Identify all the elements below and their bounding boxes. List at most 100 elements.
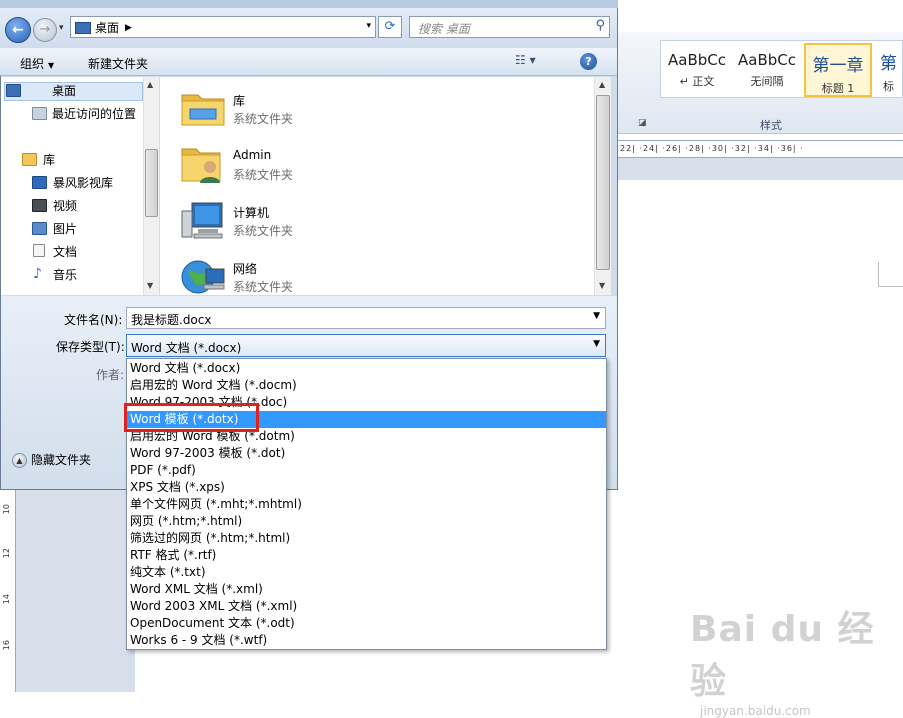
sidebar-item-videos[interactable]: 视频: [32, 195, 77, 215]
author-label: 作者:: [96, 368, 125, 382]
savetype-option[interactable]: Word 97-2003 模板 (*.dot): [127, 445, 606, 462]
scroll-down-icon[interactable]: ▼: [599, 281, 605, 290]
scroll-up-icon[interactable]: ▲: [147, 80, 153, 89]
savetype-option[interactable]: RTF 格式 (*.rtf): [127, 547, 606, 564]
file-name: Admin: [233, 148, 272, 162]
savetype-select[interactable]: Word 文档 (*.docx) ▼: [126, 334, 606, 357]
recent-places-icon: [32, 107, 47, 120]
chevron-down-icon[interactable]: ▼: [593, 311, 600, 321]
horizontal-ruler[interactable]: 22| ·24| ·26| ·28| ·30| ·32| ·34| ·36| ·: [618, 140, 903, 158]
sidebar-item-library[interactable]: 库: [22, 149, 55, 169]
savetype-option[interactable]: Word 文档 (*.docx): [127, 360, 606, 377]
scroll-thumb[interactable]: [145, 149, 158, 217]
address-current-folder[interactable]: 桌面: [95, 21, 119, 35]
file-name: 网络: [233, 262, 258, 276]
savetype-label: 保存类型(T):: [56, 340, 125, 354]
file-list-scrollbar[interactable]: ▲ ▼: [594, 77, 611, 295]
sidebar-item-label: 音乐: [53, 267, 78, 282]
ruler-number: 10: [2, 504, 11, 515]
document-margin-area: [618, 158, 903, 180]
sidebar-item-label: 文档: [53, 244, 78, 259]
search-icon[interactable]: ⚲: [595, 18, 605, 33]
sidebar-item-desktop[interactable]: 桌面: [6, 80, 77, 100]
sidebar-item-recent[interactable]: 最近访问的位置: [32, 103, 136, 123]
style-sample: 第: [880, 54, 897, 74]
search-input[interactable]: 搜索 桌面 ⚲: [409, 16, 610, 38]
savetype-option[interactable]: 筛选过的网页 (*.htm;*.html): [127, 530, 606, 547]
page-corner-mark: [878, 262, 903, 287]
savetype-option[interactable]: OpenDocument 文本 (*.odt): [127, 615, 606, 632]
savetype-option[interactable]: 单个文件网页 (*.mht;*.mhtml): [127, 496, 606, 513]
address-bar[interactable]: 桌面 ▶ ▾: [70, 16, 376, 38]
style-heading-1[interactable]: 第一章 标题 1: [804, 43, 872, 97]
view-options-button[interactable]: ☷ ▾: [515, 53, 536, 67]
library-folder-icon: [180, 87, 226, 129]
sidebar-item-music[interactable]: ♪ 音乐: [32, 264, 77, 284]
style-sample: AaBbCc: [668, 51, 726, 69]
sidebar-item-documents[interactable]: 文档: [32, 241, 77, 261]
style-no-spacing[interactable]: AaBbCc 无间隔: [733, 43, 801, 97]
dialog-titlebar[interactable]: [0, 0, 618, 8]
video-icon: [32, 199, 47, 212]
filename-field[interactable]: 我是标题.docx ▼: [126, 307, 606, 329]
file-type: 系统文件夹: [233, 224, 294, 238]
savetype-option[interactable]: 网页 (*.htm;*.html): [127, 513, 606, 530]
savetype-option[interactable]: Word XML 文档 (*.xml): [127, 581, 606, 598]
savetype-option[interactable]: Works 6 - 9 文档 (*.wtf): [127, 632, 606, 649]
savetype-option[interactable]: XPS 文档 (*.xps): [127, 479, 606, 496]
vertical-ruler[interactable]: 10 12 14 16: [0, 490, 16, 692]
style-normal[interactable]: AaBbCc ↵ 正文: [663, 43, 731, 97]
annotation-highlight-box: [124, 403, 259, 432]
desktop-icon: [6, 84, 21, 97]
scroll-down-icon[interactable]: ▼: [147, 281, 153, 290]
help-icon[interactable]: ?: [580, 53, 597, 70]
watermark-url: jingyan.baidu.com: [700, 704, 811, 718]
sidebar-item-label: 桌面: [52, 83, 77, 98]
savetype-option[interactable]: 启用宏的 Word 文档 (*.docm): [127, 377, 606, 394]
music-icon: ♪: [33, 266, 42, 282]
nav-scrollbar[interactable]: ▲ ▼: [143, 77, 159, 295]
scroll-up-icon[interactable]: ▲: [599, 80, 605, 89]
sidebar-item-pictures[interactable]: 图片: [32, 218, 77, 238]
organize-button[interactable]: 组织 ▼: [20, 55, 54, 72]
library-icon: [22, 153, 37, 166]
savetype-value: Word 文档 (*.docx): [131, 341, 242, 355]
savetype-option[interactable]: 纯文本 (*.txt): [127, 564, 606, 581]
scroll-thumb[interactable]: [596, 95, 610, 270]
chevron-up-icon: ▲: [12, 453, 27, 468]
document-gray-margin: [16, 490, 135, 692]
network-icon: [180, 255, 226, 297]
filename-label: 文件名(N):: [64, 313, 123, 327]
file-list: 库 系统文件夹 Admin 系统文件夹 计算机 系统文件夹 网络 系统文件夹: [160, 77, 594, 295]
ruler-number: 16: [2, 640, 11, 651]
file-type: 系统文件夹: [233, 168, 294, 182]
dialog-launcher-icon[interactable]: ◪: [638, 118, 647, 128]
back-button[interactable]: ←: [5, 17, 31, 43]
forward-button[interactable]: →: [33, 18, 57, 42]
style-sample: AaBbCc: [738, 51, 796, 69]
hide-folders-button[interactable]: ▲ 隐藏文件夹: [12, 451, 91, 468]
baidu-watermark: Bai du 经验 jingyan.baidu.com: [690, 600, 903, 718]
savetype-option[interactable]: PDF (*.pdf): [127, 462, 606, 479]
sidebar-item-label: 视频: [53, 198, 78, 213]
recent-pages-dropdown-icon[interactable]: ▾: [59, 23, 64, 33]
search-placeholder: 搜索 桌面: [418, 22, 470, 36]
chevron-down-icon: ▼: [48, 61, 55, 70]
breadcrumb-arrow-icon[interactable]: ▶: [125, 23, 132, 33]
address-dropdown-icon[interactable]: ▾: [366, 21, 371, 31]
sidebar-item-video-library[interactable]: 暴风影视库: [32, 172, 113, 192]
chevron-down-icon[interactable]: ▼: [593, 339, 600, 349]
sidebar-item-label: 库: [43, 152, 56, 167]
file-name: 库: [233, 94, 246, 108]
refresh-button[interactable]: ⟳: [378, 16, 402, 38]
savetype-option[interactable]: Word 2003 XML 文档 (*.xml): [127, 598, 606, 615]
hide-folders-label: 隐藏文件夹: [31, 453, 92, 467]
style-heading-2[interactable]: 第 标: [875, 43, 902, 97]
sidebar-item-label: 暴风影视库: [53, 175, 114, 190]
file-type: 系统文件夹: [233, 280, 294, 294]
filename-value: 我是标题.docx: [131, 313, 212, 327]
sidebar-item-label: 图片: [53, 221, 78, 236]
style-name: ↵ 正文: [679, 75, 715, 88]
user-folder-icon: [180, 143, 226, 185]
new-folder-button[interactable]: 新建文件夹: [88, 55, 148, 72]
